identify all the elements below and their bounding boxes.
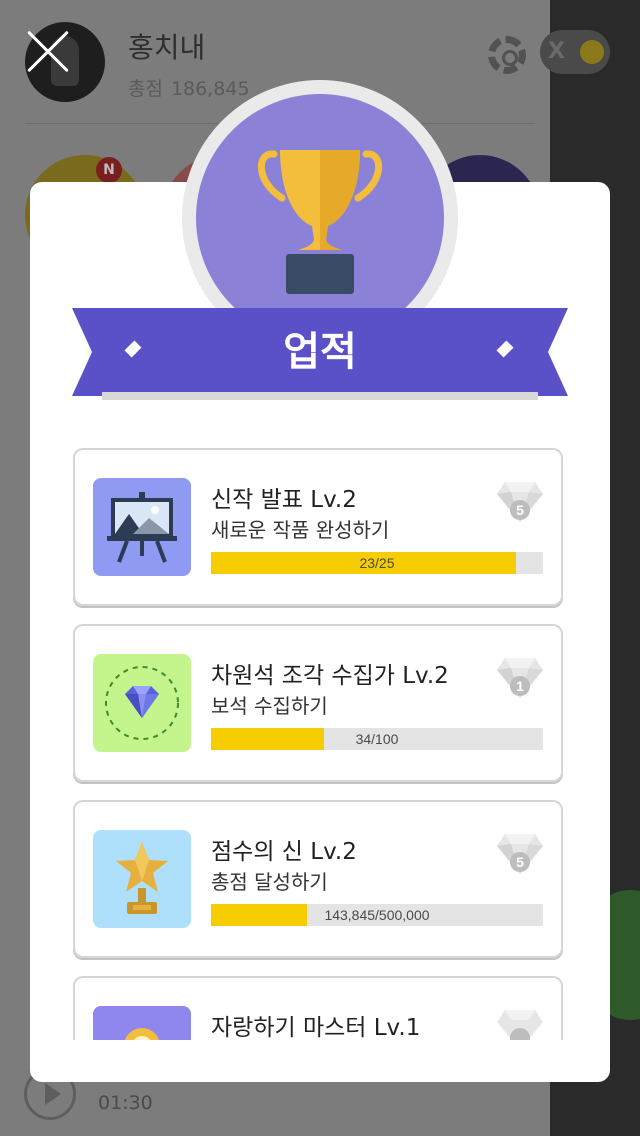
progress-bar: 143,845/500,000: [211, 904, 543, 926]
reward-count: 5: [516, 854, 524, 870]
star-trophy-icon: [93, 830, 191, 928]
achievement-title: 자랑하기 마스터 Lv.1: [211, 1015, 421, 1040]
trophy-icon: [257, 150, 383, 294]
modal-title: 업적: [283, 329, 357, 375]
achievement-card[interactable]: 차원석 조각 수집가 Lv.2 보석 수집하기 34/100 1: [73, 624, 563, 782]
coin-icon: [580, 40, 604, 64]
currency-pill: X: [540, 30, 610, 74]
progress-bar: 23/25: [211, 552, 543, 574]
score-label: 총점: [128, 78, 163, 100]
achievement-desc: 총점 달성하기: [211, 870, 328, 894]
achievement-desc: 새로운 작품 완성하기: [211, 518, 390, 542]
close-icon[interactable]: [26, 30, 70, 74]
medal-icon: [93, 1006, 191, 1040]
reward-count: 5: [516, 502, 524, 518]
trophy-disc: [196, 94, 444, 342]
gem-icon: [93, 654, 191, 752]
achievement-card[interactable]: 자랑하기 마스터 Lv.1: [73, 976, 563, 1040]
achievement-title: 점수의 신 Lv.2: [211, 839, 357, 865]
progress-text: 34/100: [355, 731, 399, 747]
achievement-title: 차원석 조각 수집가 Lv.2: [211, 663, 449, 689]
reward-gem-icon: 1: [495, 654, 545, 704]
title-ribbon: 업적: [72, 308, 568, 400]
user-score: 총점 186,845: [128, 74, 250, 101]
achievement-card[interactable]: 점수의 신 Lv.2 총점 달성하기 143,845/500,000 5: [73, 800, 563, 958]
reward-count: 1: [516, 678, 524, 694]
new-badge: N: [96, 157, 122, 183]
score-value: 186,845: [170, 78, 250, 100]
progress-text: 23/25: [359, 555, 395, 571]
progress-text: 143,845/500,000: [324, 907, 430, 923]
reward-gem-icon: [495, 1006, 545, 1040]
reward-gem-icon: 5: [495, 478, 545, 528]
user-name: 홍치내: [128, 31, 206, 64]
achievement-card[interactable]: 신작 발표 Lv.2 새로운 작품 완성하기 23/25 5: [73, 448, 563, 606]
reward-gem-icon: 5: [495, 830, 545, 880]
achievement-title: 신작 발표 Lv.2: [211, 487, 357, 513]
progress-bar: 34/100: [211, 728, 543, 750]
gear-icon: [488, 36, 526, 74]
currency-text: X: [548, 39, 565, 64]
playback-time: 01:30: [98, 1092, 153, 1114]
achievement-desc: 보석 수집하기: [211, 694, 328, 718]
easel-icon: [93, 478, 191, 576]
achievement-list[interactable]: 신작 발표 Lv.2 새로운 작품 완성하기 23/25 5 차원석 조각 수집…: [30, 442, 610, 1040]
